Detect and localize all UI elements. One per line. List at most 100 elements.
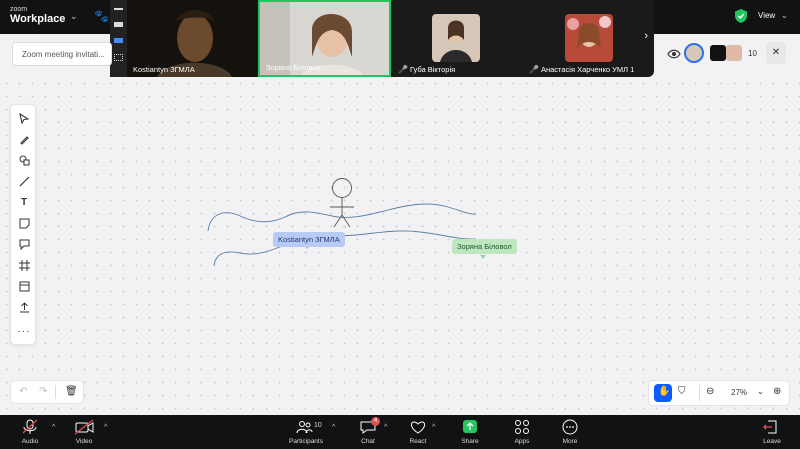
sticky-note-tool[interactable] — [16, 215, 32, 231]
apps-icon — [515, 420, 529, 434]
more-label: More — [562, 438, 578, 445]
video-tile[interactable]: 🎤 Губа Вікторія — [392, 0, 522, 77]
shapes-tool[interactable] — [16, 152, 32, 168]
chevron-down-icon[interactable]: ⌄ — [70, 11, 78, 22]
text-tool[interactable]: T — [16, 194, 32, 210]
paw-icon[interactable]: 🐾 — [94, 9, 109, 23]
text-icon: T — [20, 196, 28, 208]
collaborator-cursor-label: Зоряна Біловол — [452, 239, 517, 254]
delete-icon[interactable]: 🗑 — [65, 386, 78, 397]
leave-label: Leave — [763, 438, 781, 445]
chat-button[interactable]: 4 Chat — [346, 415, 390, 449]
shield-icon[interactable] — [735, 9, 747, 23]
redo-icon[interactable]: ↷ — [39, 386, 47, 397]
more-tool[interactable]: ··· — [16, 323, 32, 339]
more-icon: ··· — [17, 325, 31, 337]
leave-icon — [763, 420, 777, 434]
avatar[interactable] — [710, 45, 726, 61]
frame-icon — [18, 259, 30, 271]
logo-line1: zoom — [10, 6, 28, 13]
more-button[interactable]: More — [548, 415, 592, 449]
shapes-icon — [19, 155, 29, 165]
upload-icon — [19, 301, 29, 312]
sticky-note-icon — [19, 218, 29, 228]
share-button[interactable]: Share — [448, 415, 492, 449]
zoom-out-icon[interactable]: ⊖ — [706, 386, 714, 397]
view-button[interactable]: View — [758, 11, 775, 20]
mic-off-icon: 🎤 — [529, 65, 539, 74]
video-strip: Kostiantyn ЗГМЛА Зоряна Біловол 🎤 Губа Ві… — [110, 0, 654, 77]
zoom-in-icon[interactable]: ⊕ — [773, 386, 781, 397]
whiteboard-canvas[interactable]: Kostiantyn ЗГМЛА Зоряна Біловол — [0, 77, 800, 415]
upload-tool[interactable] — [16, 299, 32, 315]
template-tool[interactable] — [16, 278, 32, 294]
logo-line2: Workplace — [10, 13, 66, 25]
zoom-level[interactable]: 27% — [731, 388, 747, 397]
react-label: React — [409, 438, 427, 445]
tile-name: 🎤 Анастасія Харченко УМЛ 1 — [529, 65, 634, 74]
tile-name-text: Анастасія Харченко УМЛ 1 — [540, 65, 635, 74]
video-button[interactable]: Video — [62, 415, 106, 449]
video-tile[interactable]: Kostiantyn ЗГМЛА — [127, 0, 257, 77]
visibility-icon[interactable] — [667, 47, 681, 61]
meeting-controls-bar: Audio ^ Video ^ 10 Participants ^ 4 Chat… — [0, 415, 800, 449]
video-tile[interactable]: 🎤 Анастасія Харченко УМЛ 1 — [523, 0, 643, 77]
fill-icon[interactable]: ⛉ — [678, 386, 686, 397]
apps-label: Apps — [514, 438, 530, 445]
history-controls: ↶ ↷ 🗑 — [10, 380, 84, 404]
pen-icon — [19, 135, 29, 145]
pen-tool[interactable] — [16, 131, 32, 147]
react-caret-icon[interactable]: ^ — [432, 424, 435, 431]
participants-label: Participants — [289, 438, 323, 445]
leave-button[interactable]: Leave — [750, 415, 794, 449]
chat-badge: 4 — [371, 417, 380, 426]
more-icon — [562, 419, 578, 435]
line-tool[interactable] — [16, 173, 32, 189]
line-icon — [19, 176, 29, 186]
select-tool[interactable] — [16, 110, 32, 126]
tile-name: 🎤 Губа Вікторія — [398, 65, 455, 74]
video-tile-active-speaker[interactable]: Зоряна Біловол — [258, 0, 391, 77]
collaborator-cursor-label: Kostiantyn ЗГМЛА — [273, 232, 345, 247]
undo-icon[interactable]: ↶ — [19, 386, 27, 397]
view-chevron-icon[interactable]: ⌄ — [781, 11, 788, 20]
template-icon — [19, 281, 29, 291]
participants-caret-icon[interactable]: ^ — [332, 424, 335, 431]
zoom-workplace-logo[interactable]: zoom Workplace — [10, 6, 65, 25]
mic-off-icon: 🎤 — [398, 65, 408, 74]
avatar[interactable] — [684, 43, 704, 63]
close-whiteboard-button[interactable]: ✕ — [766, 42, 786, 64]
zoom-chevron-icon[interactable]: ⌄ — [757, 387, 764, 396]
video-options-caret-icon[interactable]: ^ — [104, 424, 107, 431]
share-screen-icon — [463, 420, 477, 433]
frame-tool[interactable] — [16, 257, 32, 273]
participants-count: 10 — [314, 422, 322, 429]
avatar[interactable] — [726, 45, 742, 61]
tile-name: Зоряна Біловол — [266, 63, 321, 72]
share-label: Share — [461, 438, 479, 445]
react-button[interactable]: React — [396, 415, 440, 449]
apps-button[interactable]: Apps — [500, 415, 544, 449]
participants-button[interactable]: 10 Participants — [282, 415, 330, 449]
audio-options-caret-icon[interactable]: ^ — [52, 424, 55, 431]
comment-icon — [19, 239, 29, 250]
tile-name-text: Губа Вікторія — [409, 65, 456, 74]
audio-label: Audio — [21, 438, 39, 445]
hand-tool-button[interactable]: ✋ — [654, 384, 672, 402]
strip-layout-controls[interactable] — [110, 0, 127, 77]
comment-tool[interactable] — [16, 236, 32, 252]
audio-button[interactable]: Audio — [8, 415, 52, 449]
document-title[interactable]: Zoom meeting invitati... — [12, 42, 112, 66]
chat-label: Chat — [361, 438, 375, 445]
chevron-right-icon[interactable]: › — [644, 30, 648, 42]
tile-name: Kostiantyn ЗГМЛА — [133, 65, 195, 74]
canvas-drawing — [207, 178, 486, 266]
video-label: Video — [75, 438, 93, 445]
whiteboard-toolbar: T ··· — [10, 104, 36, 345]
video-off-icon — [74, 419, 94, 435]
participants-icon — [296, 421, 313, 434]
chat-caret-icon[interactable]: ^ — [384, 424, 387, 431]
mic-off-icon — [22, 419, 38, 434]
cursor-icon — [19, 112, 29, 124]
close-icon: ✕ — [771, 47, 781, 58]
